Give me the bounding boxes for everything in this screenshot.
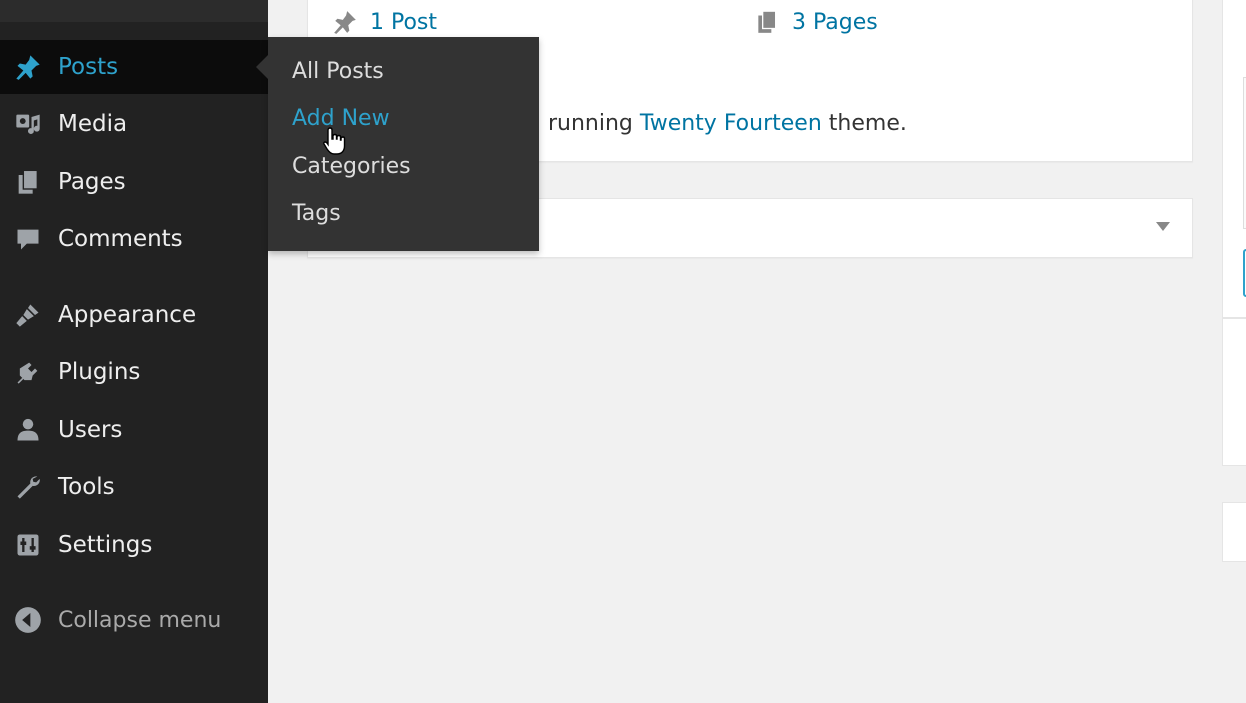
sidebar-item-label: Posts bbox=[58, 54, 119, 80]
pages-count-link[interactable]: 3 Pages bbox=[754, 9, 878, 35]
news-widget bbox=[1222, 318, 1246, 466]
sidebar-item-media[interactable]: Media bbox=[0, 97, 268, 151]
sidebar-item-label: Settings bbox=[58, 532, 153, 558]
pages-icon bbox=[12, 166, 44, 198]
sidebar-item-pages[interactable]: Pages bbox=[0, 155, 268, 209]
wrench-icon bbox=[12, 471, 44, 503]
admin-sidebar: Posts Media Pages Comments Appearance Pl… bbox=[0, 0, 268, 703]
pages-count-text: 3 Pages bbox=[792, 9, 878, 35]
plug-icon bbox=[12, 356, 44, 388]
sidebar-item-posts[interactable]: Posts bbox=[0, 40, 268, 94]
comment-icon bbox=[12, 223, 44, 255]
theme-prefix: running bbox=[548, 111, 633, 136]
sidebar-item-label: Pages bbox=[58, 169, 126, 195]
sidebar-top-strip bbox=[0, 0, 268, 22]
collapse-menu-label: Collapse menu bbox=[58, 607, 222, 633]
sidebar-item-plugins[interactable]: Plugins bbox=[0, 345, 268, 399]
theme-name-link[interactable]: Twenty Fourteen bbox=[640, 111, 822, 136]
posts-submenu: All Posts Add New Categories Tags bbox=[256, 37, 539, 251]
sidebar-item-label: Tools bbox=[58, 474, 115, 500]
posts-count-text: 1 Post bbox=[370, 9, 438, 35]
submenu-all-posts[interactable]: All Posts bbox=[292, 59, 384, 84]
collapse-arrow-icon bbox=[12, 604, 44, 636]
sidebar-item-label: Media bbox=[58, 111, 128, 137]
submenu-tags[interactable]: Tags bbox=[292, 201, 341, 226]
sidebar-item-appearance[interactable]: Appearance bbox=[0, 288, 268, 342]
pages-icon bbox=[758, 10, 777, 33]
submenu-categories[interactable]: Categories bbox=[292, 154, 411, 179]
pushpin-icon bbox=[334, 11, 356, 34]
sidebar-item-settings[interactable]: Settings bbox=[0, 518, 268, 572]
media-icon bbox=[12, 108, 44, 140]
sidebar-item-label: Appearance bbox=[58, 302, 197, 328]
user-icon bbox=[12, 414, 44, 446]
submenu-pointer bbox=[256, 55, 268, 79]
theme-suffix: theme. bbox=[828, 111, 907, 136]
settings-icon bbox=[12, 529, 44, 561]
sidebar-item-comments[interactable]: Comments bbox=[0, 212, 268, 266]
paintbrush-icon bbox=[12, 299, 44, 331]
pushpin-icon bbox=[12, 51, 44, 83]
theme-info-text: running Twenty Fourteen theme. bbox=[548, 111, 907, 136]
sidebar-item-tools[interactable]: Tools bbox=[0, 460, 268, 514]
collapse-menu-button[interactable]: Collapse menu bbox=[0, 593, 268, 647]
sidebar-item-label: Users bbox=[58, 417, 123, 443]
quick-draft-widget bbox=[1222, 0, 1246, 318]
submenu-add-new[interactable]: Add New bbox=[292, 106, 390, 131]
posts-count-link[interactable]: 1 Post bbox=[332, 9, 437, 35]
toggle-panel-icon[interactable] bbox=[1156, 222, 1170, 231]
sidebar-item-label: Comments bbox=[58, 226, 183, 252]
sidebar-item-users[interactable]: Users bbox=[0, 403, 268, 457]
right-widget-collapsed bbox=[1222, 502, 1246, 562]
sidebar-item-label: Plugins bbox=[58, 359, 141, 385]
